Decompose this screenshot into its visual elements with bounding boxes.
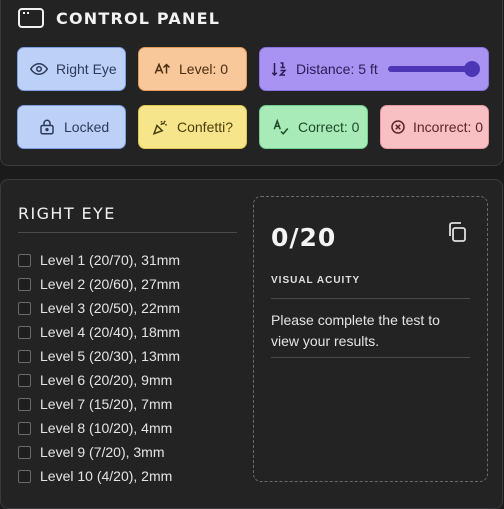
locked-label: Locked [64, 119, 110, 135]
level-checkbox[interactable] [18, 253, 31, 267]
x-circle-icon [389, 118, 407, 136]
level-label: Level: 0 [179, 61, 229, 77]
correct-label: Correct: 0 [298, 119, 360, 135]
copy-icon[interactable] [445, 220, 469, 244]
eye-section-title: RIGHT EYE [18, 204, 116, 223]
divider [18, 232, 237, 233]
distance-label: Distance: 5 ft [296, 61, 378, 77]
level-item[interactable]: Level 7 (15/20), 7mm [18, 392, 180, 416]
level-item[interactable]: Level 4 (20/40), 18mm [18, 320, 180, 344]
level-checkbox[interactable] [18, 397, 31, 411]
level-label: Level 1 (20/70), 31mm [40, 252, 181, 268]
check-text-icon [272, 118, 290, 136]
lock-icon [38, 118, 56, 136]
level-item[interactable]: Level 1 (20/70), 31mm [18, 248, 180, 272]
level-label: Level 10 (4/20), 2mm [40, 468, 173, 484]
right-eye-button[interactable]: Right Eye [17, 47, 126, 91]
level-checkbox[interactable] [18, 301, 31, 315]
level-item[interactable]: Level 8 (10/20), 4mm [18, 416, 180, 440]
level-item[interactable]: Level 10 (4/20), 2mm [18, 464, 180, 488]
control-panel: CONTROL PANEL Right Eye Level: 0 Distanc… [0, 0, 503, 166]
sort-numeric-icon [270, 60, 288, 78]
level-label: Level 9 (7/20), 3mm [40, 444, 165, 460]
incorrect-label: Incorrect: 0 [413, 119, 484, 135]
distance-slider-thumb[interactable] [463, 61, 480, 77]
control-panel-header: CONTROL PANEL [18, 8, 220, 28]
score-value: 0/20 [271, 223, 337, 252]
eye-icon [30, 60, 48, 78]
score-label: VISUAL ACUITY [271, 275, 361, 286]
result-card: 0/20 VISUAL ACUITY Please complete the t… [253, 196, 488, 482]
confetti-button[interactable]: Confetti? [138, 105, 247, 149]
level-checkbox[interactable] [18, 445, 31, 459]
incorrect-button[interactable]: Incorrect: 0 [380, 105, 489, 149]
level-checkbox[interactable] [18, 373, 31, 387]
level-item[interactable]: Level 9 (7/20), 3mm [18, 440, 180, 464]
level-label: Level 3 (20/50), 22mm [40, 300, 181, 316]
level-item[interactable]: Level 6 (20/20), 9mm [18, 368, 180, 392]
distance-button[interactable]: Distance: 5 ft [259, 47, 489, 91]
level-button[interactable]: Level: 0 [138, 47, 247, 91]
party-popper-icon [151, 118, 169, 136]
level-label: Level 5 (20/30), 13mm [40, 348, 181, 364]
level-arrow-icon [153, 60, 171, 78]
level-label: Level 6 (20/20), 9mm [40, 372, 173, 388]
level-checkbox[interactable] [18, 349, 31, 363]
level-checkbox[interactable] [18, 325, 31, 339]
level-checkbox[interactable] [18, 277, 31, 291]
correct-button[interactable]: Correct: 0 [259, 105, 368, 149]
distance-slider[interactable] [387, 61, 480, 77]
locked-button[interactable]: Locked [17, 105, 126, 149]
level-item[interactable]: Level 2 (20/60), 27mm [18, 272, 180, 296]
level-list: Level 1 (20/70), 31mm Level 2 (20/60), 27… [18, 248, 180, 488]
level-item[interactable]: Level 3 (20/50), 22mm [18, 296, 180, 320]
divider [271, 298, 470, 299]
result-message: Please complete the test to view your re… [271, 312, 440, 349]
confetti-label: Confetti? [177, 119, 234, 135]
level-checkbox[interactable] [18, 421, 31, 435]
control-panel-title: CONTROL PANEL [56, 8, 221, 28]
level-checkbox[interactable] [18, 469, 31, 483]
level-label: Level 7 (15/20), 7mm [40, 396, 173, 412]
window-icon [18, 8, 44, 28]
level-label: Level 8 (10/20), 4mm [40, 420, 173, 436]
test-panel: RIGHT EYE Level 1 (20/70), 31mm Level 2 (… [0, 179, 503, 509]
level-label: Level 2 (20/60), 27mm [40, 276, 181, 292]
right-eye-label: Right Eye [56, 61, 117, 77]
level-item[interactable]: Level 5 (20/30), 13mm [18, 344, 180, 368]
divider [271, 357, 470, 358]
level-label: Level 4 (20/40), 18mm [40, 324, 181, 340]
